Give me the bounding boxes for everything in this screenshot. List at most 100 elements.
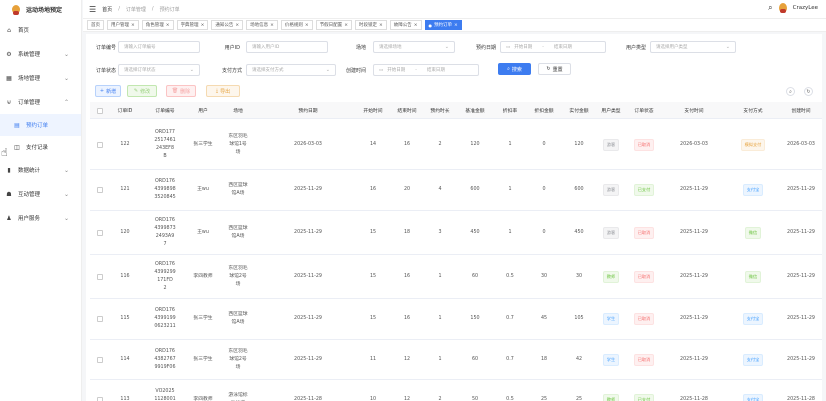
sidebar-item-label: 数据统计 xyxy=(18,168,41,174)
table-row[interactable]: 115 ORD176 4399199 0623211 张三学生 西区篮球 馆A场 2025-1… xyxy=(90,299,822,340)
table-row[interactable]: 113VO202511280014李四教师游泳馆标准泳道2025-11-2810… xyxy=(90,380,822,401)
refresh-button[interactable]: ↻ xyxy=(804,87,813,96)
close-icon[interactable]: × xyxy=(379,23,383,28)
status-tag: 已取消 xyxy=(633,138,655,151)
created-at-range[interactable]: ▭ 开始日期 - 结束日期 xyxy=(373,64,479,76)
row-checkbox[interactable] xyxy=(90,120,110,169)
close-icon[interactable]: × xyxy=(344,23,348,28)
delete-button[interactable]: 🗑 删除 xyxy=(166,85,196,97)
column-header: 预约日期 xyxy=(298,109,318,114)
close-icon[interactable]: × xyxy=(235,23,239,28)
cell-rate: 0.5 xyxy=(506,273,514,279)
checkbox-box[interactable] xyxy=(97,273,103,280)
cell-hours: 1 xyxy=(438,356,442,362)
user-type-select[interactable]: 请选择用户类型 ⌄ xyxy=(650,41,736,53)
users-icon: ☗ xyxy=(6,190,12,198)
sidebar-item[interactable]: ⌂ 首页 xyxy=(0,18,81,42)
user-id-input[interactable]: 请输入用户ID xyxy=(246,41,328,53)
table-row[interactable]: 116 ORD176 4399299 171FD 2 李四教师 东区羽毛 球馆2号场 2025-… xyxy=(90,255,822,299)
close-icon[interactable]: × xyxy=(414,23,418,28)
table-row[interactable]: 120 ORD176 4399873 2493A9 7 王wu 西区篮球 馆A场 2025-11… xyxy=(90,211,822,255)
column-header: 基准金额 xyxy=(465,109,485,114)
close-icon[interactable]: × xyxy=(454,23,458,28)
close-icon[interactable]: × xyxy=(131,23,135,28)
close-icon[interactable]: × xyxy=(166,23,170,28)
checkbox-box[interactable] xyxy=(97,396,103,401)
table-row[interactable]: 121 ORD176 4399898 3520845 王wu 西区篮球 馆A场 2025-11… xyxy=(90,170,822,211)
checkbox-box[interactable] xyxy=(97,229,103,236)
tab-2[interactable]: 角色管理 × xyxy=(141,20,174,30)
sidebar-item[interactable]: ♟ 用户服务 ⌄ xyxy=(0,206,81,230)
breadcrumb-orders[interactable]: 订单管理 xyxy=(126,6,146,13)
grid-icon: ▦ xyxy=(6,74,12,82)
cell-line: 馆A场 xyxy=(231,320,245,325)
add-button[interactable]: + 新增 xyxy=(95,85,121,97)
plus-icon: + xyxy=(99,88,105,94)
cell-line: 4399898 xyxy=(154,187,176,192)
tab-5[interactable]: 场地信息 × xyxy=(246,20,278,30)
tab-8[interactable]: 时段锁定 × xyxy=(354,20,387,30)
cell-rate: 1 xyxy=(508,141,512,147)
cell-rate: 0.7 xyxy=(506,356,514,362)
edit-button-label: 修改 xyxy=(140,88,151,95)
row-checkbox[interactable] xyxy=(90,170,110,210)
edit-button[interactable]: ✎ 修改 xyxy=(127,85,157,97)
search-icon[interactable]: ⌕ xyxy=(768,3,772,13)
table-row[interactable]: 122 ORD177 2517461 243EF8 B 张三学生 东区羽毛 球馆1号场 2026… xyxy=(90,120,822,170)
checkbox-box[interactable] xyxy=(97,141,103,148)
table-row[interactable]: 114 ORD176 4382767 9919F06 张三学生 东区羽毛 球馆2号场 2025… xyxy=(90,340,822,380)
cell-line: 4399299 xyxy=(154,269,176,275)
pay-method-select[interactable]: 请选择支付方式 ⌄ xyxy=(246,64,336,76)
app-title: 运动场地预定 xyxy=(26,6,63,14)
tab-7[interactable]: 节假日配置 × xyxy=(315,20,352,30)
close-icon[interactable]: × xyxy=(305,23,309,28)
checkbox-box[interactable] xyxy=(97,187,103,193)
venue-select[interactable]: 请选择场地 ⌄ xyxy=(373,41,455,53)
tab-6[interactable]: 价格规则 × xyxy=(280,20,313,30)
username[interactable]: CrazyLee xyxy=(793,5,818,11)
sidebar-subitem[interactable]: ◫ 支付记录 xyxy=(0,136,81,158)
avatar[interactable] xyxy=(778,3,787,13)
row-checkbox[interactable] xyxy=(90,299,110,339)
sidebar-subitem[interactable]: ▤ 预约订单 xyxy=(0,114,81,136)
row-checkbox[interactable] xyxy=(90,340,110,379)
order-status-select[interactable]: 请选择订单状态 ⌄ xyxy=(118,64,200,76)
tab-10[interactable]: ● 预约订单 × xyxy=(424,20,462,30)
menu-toggle-icon[interactable]: ☰ xyxy=(89,5,96,14)
cell-line: 西区篮球 xyxy=(228,183,248,188)
search-button[interactable]: ⌕ 搜索 xyxy=(498,63,531,75)
select-all-checkbox[interactable] xyxy=(90,102,110,119)
checkbox-box[interactable] xyxy=(97,356,103,363)
toggle-search-button[interactable]: ⌕ xyxy=(786,87,795,96)
breadcrumb-home[interactable]: 首页 xyxy=(102,6,112,13)
cell-discount: 0 xyxy=(542,229,546,235)
sidebar-item-label: 用户服务 xyxy=(18,216,41,222)
reset-button[interactable]: ↻ 重置 xyxy=(538,63,571,75)
chevron-down-icon: ⌄ xyxy=(63,166,69,174)
tab-3[interactable]: 字典管理 × xyxy=(176,20,209,30)
sidebar-item[interactable]: ⚙ 系统管理 ⌄ xyxy=(0,42,81,66)
close-icon[interactable]: × xyxy=(270,23,274,28)
export-button[interactable]: ⤓ 导出 xyxy=(206,85,240,97)
tab-0[interactable]: 首页 xyxy=(87,20,104,30)
booking-date-label: 预约日期 xyxy=(475,45,496,51)
sidebar-item[interactable]: ▦ 场地管理 ⌄ xyxy=(0,66,81,90)
sidebar-item[interactable]: ▮ 数据统计 ⌄ xyxy=(0,158,81,182)
tab-1[interactable]: 用户管理 × xyxy=(107,20,139,30)
cell-line: ORD176 xyxy=(155,308,175,313)
sidebar-item[interactable]: ⊌ 订单管理 ⌃ xyxy=(0,90,81,114)
close-icon[interactable]: × xyxy=(201,23,205,28)
row-checkbox[interactable] xyxy=(90,211,110,254)
row-checkbox[interactable] xyxy=(90,380,110,401)
sidebar-item[interactable]: ☗ 互动管理 ⌄ xyxy=(0,182,81,206)
booking-date-range[interactable]: ▭ 开始日期 - 结束日期 xyxy=(500,41,606,53)
order-no-input[interactable]: 请输入订单编号 xyxy=(118,41,200,53)
checkbox-box[interactable] xyxy=(97,316,103,322)
cell-line: 9919F06 xyxy=(154,364,176,370)
cell-line: 1128001 xyxy=(154,396,176,401)
tab-4[interactable]: 通知公告 × xyxy=(211,20,244,30)
tab-9[interactable]: 故障公告 × xyxy=(389,20,422,30)
row-checkbox[interactable] xyxy=(90,255,110,298)
checkbox-box[interactable] xyxy=(97,107,103,114)
cell-user-type: 游客 xyxy=(596,120,626,169)
